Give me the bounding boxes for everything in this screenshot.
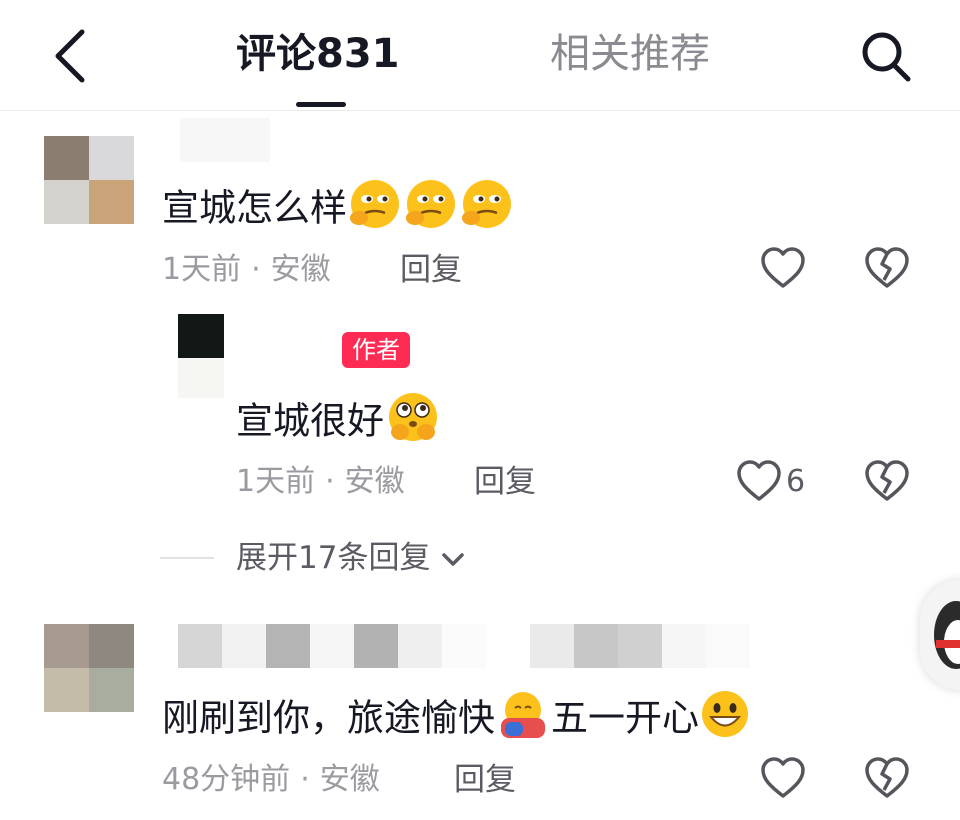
- reply-button[interactable]: 回复: [454, 760, 516, 800]
- search-icon[interactable]: [856, 28, 916, 84]
- expand-divider: [160, 557, 214, 559]
- shy-emoji-icon: [384, 390, 442, 456]
- tab-active-indicator: [296, 102, 346, 107]
- dislike-broken-heart-icon[interactable]: [864, 756, 910, 804]
- back-icon[interactable]: [50, 28, 90, 84]
- tab-related[interactable]: 相关推荐: [550, 28, 710, 80]
- reply-body: 宣城很好: [236, 399, 384, 443]
- comment-location: 安徽: [319, 762, 380, 797]
- hug-emoji-icon: [495, 688, 551, 752]
- reply-text: 宣城很好: [236, 390, 442, 456]
- chevron-down-icon: [442, 552, 465, 566]
- comment-body-part2: 五一开心: [551, 696, 699, 740]
- think-emoji-icon: [403, 178, 459, 242]
- reply-button[interactable]: 回复: [474, 462, 536, 502]
- reply-avatar[interactable]: [178, 314, 224, 398]
- like-heart-icon[interactable]: [760, 756, 806, 804]
- comment-text: 刚刷到你，旅途愉快 五一开心: [162, 688, 751, 752]
- author-badge: 作者: [342, 332, 410, 368]
- comment-text: 宣城怎么样: [162, 178, 515, 242]
- penguin-icon: [934, 601, 960, 669]
- reply-location: 安徽: [344, 464, 405, 499]
- username-blurred[interactable]: [180, 118, 270, 162]
- comment-time: 48分钟前: [162, 762, 291, 797]
- top-bar: 评论831 相关推荐: [0, 0, 960, 111]
- like-heart-icon[interactable]: [736, 459, 782, 507]
- expand-replies-button[interactable]: 展开17条回复: [236, 538, 466, 578]
- reply-meta: 1天前 · 安徽: [236, 464, 405, 499]
- comment-body-part1: 刚刷到你，旅途愉快: [162, 696, 495, 740]
- username-blurred[interactable]: [178, 624, 750, 668]
- grin-emoji-icon: [699, 688, 751, 752]
- think-emoji-icon: [347, 178, 403, 242]
- comment-location: 安徽: [270, 252, 331, 287]
- comment-meta: 1天前 · 安徽: [162, 252, 331, 287]
- comment-body: 宣城怎么样: [162, 186, 347, 230]
- floating-assistant-button[interactable]: [920, 580, 960, 690]
- tab-comments[interactable]: 评论831: [236, 28, 400, 80]
- comment-time: 1天前: [162, 252, 242, 287]
- avatar[interactable]: [44, 136, 134, 224]
- think-emoji-icon: [459, 178, 515, 242]
- reply-time: 1天前: [236, 464, 316, 499]
- like-heart-icon[interactable]: [760, 246, 806, 294]
- reply-button[interactable]: 回复: [400, 250, 462, 290]
- expand-replies-label: 展开17条回复: [236, 540, 431, 576]
- like-count: 6: [786, 464, 806, 499]
- avatar[interactable]: [44, 624, 134, 712]
- comment-meta: 48分钟前 · 安徽: [162, 762, 380, 797]
- dislike-broken-heart-icon[interactable]: [864, 246, 910, 294]
- dislike-broken-heart-icon[interactable]: [864, 459, 910, 507]
